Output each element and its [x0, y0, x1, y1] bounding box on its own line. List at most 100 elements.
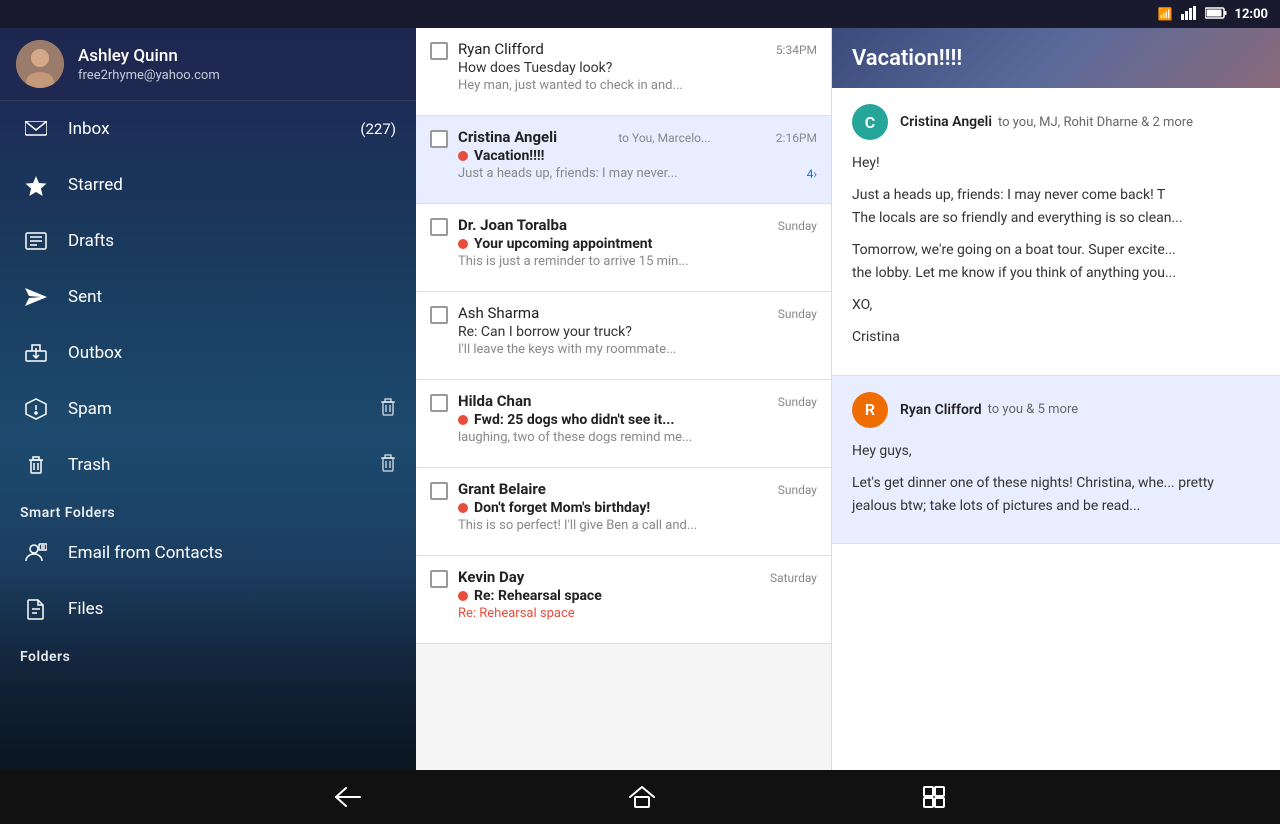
email-preview-6: This is so perfect! I'll give Ben a call… — [458, 518, 817, 533]
checkbox-6[interactable] — [430, 482, 448, 500]
email-item-6[interactable]: Grant Belaire Sunday Don't forget Mom's … — [416, 468, 831, 556]
drafts-icon — [20, 232, 52, 250]
msg1-line2: Just a heads up, friends: I may never co… — [852, 184, 1260, 229]
sidebar-item-files[interactable]: Files — [0, 581, 416, 637]
email-preview-3: This is just a reminder to arrive 15 min… — [458, 254, 817, 269]
message-from-1: Cristina Angeli — [900, 114, 992, 130]
email-sender-6: Grant Belaire — [458, 480, 546, 498]
email-body-6: Grant Belaire Sunday Don't forget Mom's … — [458, 480, 817, 533]
starred-icon — [20, 175, 52, 196]
checkbox-area-6[interactable] — [430, 480, 448, 500]
email-preview-1: Hey man, just wanted to check in and... — [458, 78, 817, 93]
smart-folders-title: Smart Folders — [0, 493, 416, 525]
msg1-line4: XO, — [852, 294, 1260, 316]
email-to-2: to You, Marcelo... — [618, 131, 710, 145]
sidebar-label-trash: Trash — [68, 455, 380, 475]
checkbox-area-3[interactable] — [430, 216, 448, 236]
sidebar: Ashley Quinn free2rhyme@yahoo.com Inbox … — [0, 28, 416, 770]
checkbox-area-4[interactable] — [430, 304, 448, 324]
email-item-3[interactable]: Dr. Joan Toralba Sunday Your upcoming ap… — [416, 204, 831, 292]
sidebar-item-drafts[interactable]: Drafts — [0, 213, 416, 269]
email-sender-5: Hilda Chan — [458, 392, 531, 410]
email-body-3: Dr. Joan Toralba Sunday Your upcoming ap… — [458, 216, 817, 269]
sidebar-label-spam: Spam — [68, 399, 380, 419]
email-subject-4: Re: Can I borrow your truck? — [458, 324, 632, 340]
checkbox-7[interactable] — [430, 570, 448, 588]
status-time: 12:00 — [1235, 7, 1269, 22]
sidebar-label-drafts: Drafts — [68, 231, 396, 251]
sidebar-label-inbox: Inbox — [68, 119, 360, 139]
email-body-7: Kevin Day Saturday Re: Rehearsal space R… — [458, 568, 817, 621]
dot-2 — [458, 151, 468, 161]
recents-button[interactable] — [902, 777, 966, 817]
email-subject-3: Your upcoming appointment — [474, 236, 652, 252]
sidebar-item-outbox[interactable]: Outbox — [0, 325, 416, 381]
sidebar-label-files: Files — [68, 599, 396, 619]
sidebar-item-spam[interactable]: Spam — [0, 381, 416, 437]
email-item-5[interactable]: Hilda Chan Sunday Fwd: 25 dogs who didn'… — [416, 380, 831, 468]
msg2-line2: Let's get dinner one of these nights! Ch… — [852, 472, 1260, 517]
bottom-nav — [0, 770, 1280, 824]
checkbox-3[interactable] — [430, 218, 448, 236]
email-time-4: Sunday — [778, 307, 817, 321]
message-item-1: C Cristina Angeli to you, MJ, Rohit Dhar… — [832, 88, 1280, 376]
email-body-5: Hilda Chan Sunday Fwd: 25 dogs who didn'… — [458, 392, 817, 445]
sidebar-item-trash[interactable]: Trash — [0, 437, 416, 493]
message-avatar-1: C — [852, 104, 888, 140]
email-time-5: Sunday — [778, 395, 817, 409]
email-item-1[interactable]: Ryan Clifford 5:34PM How does Tuesday lo… — [416, 28, 831, 116]
checkbox-area-1[interactable] — [430, 40, 448, 60]
checkbox-1[interactable] — [430, 42, 448, 60]
back-button[interactable] — [314, 778, 382, 816]
email-body-4: Ash Sharma Sunday Re: Can I borrow your … — [458, 304, 817, 357]
outbox-icon — [20, 344, 52, 362]
email-detail-header: Vacation!!!! — [832, 28, 1280, 88]
dot-5 — [458, 415, 468, 425]
email-detail-title: Vacation!!!! — [852, 46, 962, 71]
home-button[interactable] — [609, 777, 675, 817]
message-meta-2: R Ryan Clifford to you & 5 more — [852, 392, 1260, 428]
email-time-1: 5:34PM — [776, 43, 817, 57]
email-subject-5: Fwd: 25 dogs who didn't see it... — [474, 412, 674, 428]
reading-pane: Vacation!!!! C Cristina Angeli to you, M… — [832, 28, 1280, 770]
checkbox-2[interactable] — [430, 130, 448, 148]
checkbox-5[interactable] — [430, 394, 448, 412]
checkbox-area-7[interactable] — [430, 568, 448, 588]
checkbox-area-5[interactable] — [430, 392, 448, 412]
email-preview-5: laughing, two of these dogs remind me... — [458, 430, 817, 445]
dot-3 — [458, 239, 468, 249]
checkbox-area-2[interactable] — [430, 128, 448, 148]
email-body-1: Ryan Clifford 5:34PM How does Tuesday lo… — [458, 40, 817, 93]
sidebar-label-sent: Sent — [68, 287, 396, 307]
sidebar-item-sent[interactable]: Sent — [0, 269, 416, 325]
wifi-icon: 📶 — [1158, 7, 1173, 21]
sidebar-item-starred[interactable]: Starred — [0, 157, 416, 213]
message-thread: C Cristina Angeli to you, MJ, Rohit Dhar… — [832, 88, 1280, 770]
sidebar-item-email-from-contacts[interactable]: Email from Contacts — [0, 525, 416, 581]
email-sender-3: Dr. Joan Toralba — [458, 216, 567, 234]
email-item-7[interactable]: Kevin Day Saturday Re: Rehearsal space R… — [416, 556, 831, 644]
sidebar-label-outbox: Outbox — [68, 343, 396, 363]
sidebar-item-inbox[interactable]: Inbox (227) — [0, 101, 416, 157]
dot-6 — [458, 503, 468, 513]
trash-delete-icon[interactable] — [380, 454, 396, 477]
user-header[interactable]: Ashley Quinn free2rhyme@yahoo.com — [0, 28, 416, 101]
message-to-1: to you, MJ, Rohit Dharne & 2 more — [998, 115, 1193, 130]
thread-arrow-2: › — [813, 167, 817, 181]
spam-delete-icon[interactable] — [380, 398, 396, 421]
message-to-2: to you & 5 more — [988, 402, 1078, 417]
user-name: Ashley Quinn — [78, 46, 220, 66]
folders-title: Folders — [0, 637, 416, 669]
avatar — [16, 40, 64, 88]
email-item-2[interactable]: Cristina Angeli to You, Marcelo... 2:16P… — [416, 116, 831, 204]
email-sender-2: Cristina Angeli — [458, 128, 557, 146]
message-avatar-2: R — [852, 392, 888, 428]
email-time-6: Sunday — [778, 483, 817, 497]
trash-icon — [20, 456, 52, 474]
main-layout: Ashley Quinn free2rhyme@yahoo.com Inbox … — [0, 28, 1280, 770]
email-item-4[interactable]: Ash Sharma Sunday Re: Can I borrow your … — [416, 292, 831, 380]
msg1-line5: Cristina — [852, 326, 1260, 348]
checkbox-4[interactable] — [430, 306, 448, 324]
signal-icon — [1181, 6, 1197, 23]
thread-count-2: 4 — [807, 167, 814, 181]
